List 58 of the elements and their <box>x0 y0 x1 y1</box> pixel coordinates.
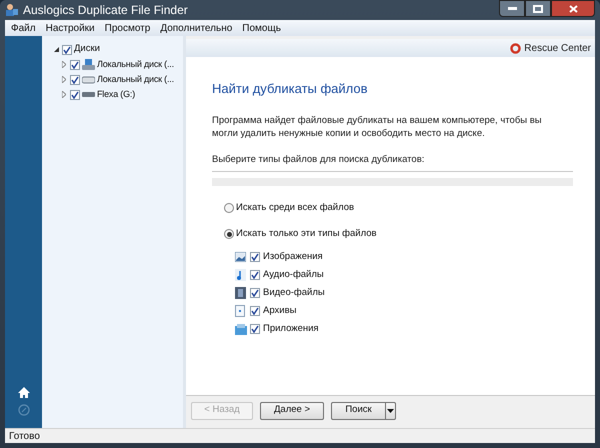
file-type-label[interactable]: Изображения <box>263 250 323 264</box>
app-icon <box>5 3 19 17</box>
minimize-icon <box>508 7 516 10</box>
menu-item[interactable]: Помощь <box>242 20 281 36</box>
file-type-label[interactable]: Видео-файлы <box>263 286 325 300</box>
maximize-icon <box>533 4 543 12</box>
menu-item[interactable]: Просмотр <box>104 20 150 36</box>
music-note-icon <box>235 269 246 282</box>
tree-item[interactable]: Диски <box>74 42 100 57</box>
maximize-button[interactable] <box>525 0 551 17</box>
description-text: Программа найдет файловые дубликаты на вашем компьютере, чтобы вы могли удалить ненужные копии и освободить место на диске. <box>212 114 543 140</box>
drive-icon <box>82 58 95 70</box>
option-label[interactable]: Искать только эти типы файлов <box>236 227 377 242</box>
window-title: Auslogics Duplicate File Finder <box>23 2 188 19</box>
wizard-button[interactable]: Далее > <box>260 402 324 420</box>
radio-button[interactable] <box>224 229 234 240</box>
file-type-label[interactable]: Архивы <box>263 304 296 318</box>
status-text: Готово <box>9 430 40 444</box>
radio-button[interactable] <box>224 202 234 213</box>
page-heading: Найти дубликаты файлов <box>212 80 369 98</box>
search-button[interactable]: Поиск <box>331 402 386 420</box>
application-icon <box>235 324 247 335</box>
tree-item[interactable]: Flexa (G:) <box>97 88 136 102</box>
option-label[interactable]: Искать среди всех файлов <box>236 200 354 215</box>
menu-item[interactable]: Файл <box>11 20 36 36</box>
document-icon <box>235 305 245 318</box>
image-icon <box>235 252 246 262</box>
checkbox[interactable] <box>250 288 260 298</box>
expand-arrow-icon[interactable] <box>60 76 68 83</box>
file-type-label[interactable]: Аудио-файлы <box>263 268 324 282</box>
tree-item[interactable]: Локальный диск (... <box>97 58 174 72</box>
rescue-center-link[interactable]: Rescue Center <box>524 40 591 56</box>
section-label: Выберите типы файлов для поиска дубликатов: <box>212 152 426 166</box>
menu-item[interactable]: Настройки <box>46 20 95 36</box>
tree-item[interactable]: Локальный диск (... <box>97 72 174 86</box>
file-type-label[interactable]: Приложения <box>263 322 319 336</box>
expand-arrow-icon[interactable] <box>60 61 68 68</box>
checkbox[interactable] <box>250 252 260 262</box>
minimize-button[interactable] <box>499 0 525 17</box>
film-icon <box>235 287 246 300</box>
expand-arrow-icon[interactable] <box>60 91 68 98</box>
caret-icon <box>387 408 394 412</box>
checkbox[interactable] <box>70 60 80 70</box>
checkbox[interactable] <box>250 324 260 334</box>
menu-item[interactable]: Дополнительно <box>160 20 232 36</box>
checkbox[interactable] <box>250 270 260 280</box>
drive-icon <box>82 76 95 84</box>
checkbox[interactable] <box>250 306 260 316</box>
usb-drive-icon <box>82 92 95 98</box>
checkbox[interactable] <box>62 44 72 54</box>
collapse-arrow-icon[interactable] <box>52 47 60 52</box>
dropdown-button[interactable] <box>386 402 396 420</box>
checkbox[interactable] <box>70 74 80 84</box>
home-icon[interactable] <box>18 387 30 398</box>
lifebuoy-icon[interactable] <box>510 42 522 54</box>
close-button[interactable] <box>551 0 595 17</box>
close-icon <box>568 4 578 12</box>
checkbox[interactable] <box>70 90 80 100</box>
